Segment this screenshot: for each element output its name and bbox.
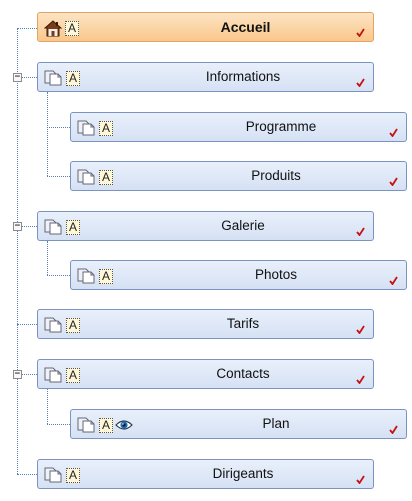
tree-node-produits[interactable]: A Produits <box>70 161 407 191</box>
text-field-icon: A <box>99 417 113 433</box>
collapse-toggle-contacts[interactable]: − <box>13 370 22 379</box>
check-icon <box>389 177 398 186</box>
check-icon <box>389 276 398 285</box>
text-field-icon: A <box>65 20 79 36</box>
page-icon <box>77 169 95 185</box>
check-icon <box>389 425 398 434</box>
check-icon <box>356 475 365 484</box>
tree-connector <box>47 92 48 176</box>
node-label: Informations <box>205 69 281 84</box>
node-label: Tarifs <box>226 316 260 331</box>
node-icons: A <box>44 218 80 236</box>
home-icon <box>44 19 62 36</box>
tree-node-informations[interactable]: A Informations <box>37 62 374 92</box>
text-field-icon: A <box>99 268 113 284</box>
node-icons: A <box>77 119 113 137</box>
text-field-icon: A <box>99 120 113 136</box>
tree-connector <box>17 28 18 474</box>
tree-node-galerie[interactable]: A Galerie <box>37 211 374 241</box>
tree-connector <box>22 77 37 78</box>
text-field-icon: A <box>66 219 80 235</box>
node-label: Programme <box>245 119 317 134</box>
tree-connector <box>47 275 70 276</box>
check-icon <box>356 28 365 37</box>
node-icons: A <box>44 366 80 384</box>
site-tree: − − − A Accueil A Informations A Program… <box>0 0 412 501</box>
node-label: Dirigeants <box>212 466 274 481</box>
node-icons: A <box>44 19 79 37</box>
tree-node-tarifs[interactable]: A Tarifs <box>37 309 374 339</box>
eye-icon <box>115 420 133 430</box>
tree-node-dirigeants[interactable]: A Dirigeants <box>37 459 374 489</box>
tree-node-contacts[interactable]: A Contacts <box>37 359 374 389</box>
check-icon <box>356 375 365 384</box>
tree-connector <box>47 176 70 177</box>
text-field-icon: A <box>99 169 113 185</box>
tree-connector <box>22 226 37 227</box>
tree-node-photos[interactable]: A Photos <box>70 260 407 290</box>
tree-node-programme[interactable]: A Programme <box>70 112 407 142</box>
node-label: Accueil <box>220 19 271 35</box>
collapse-toggle-galerie[interactable]: − <box>13 222 22 231</box>
tree-node-accueil[interactable]: A Accueil <box>37 12 374 42</box>
tree-connector <box>47 424 70 425</box>
node-label: Photos <box>254 267 298 282</box>
node-label: Contacts <box>216 366 270 381</box>
tree-connector <box>17 324 37 325</box>
text-field-icon: A <box>66 467 80 483</box>
tree-connector <box>22 374 37 375</box>
node-icons: A <box>44 466 80 484</box>
page-icon <box>44 467 62 483</box>
page-icon <box>44 219 62 235</box>
page-icon <box>44 317 62 333</box>
node-icons: A <box>77 416 133 434</box>
check-icon <box>356 227 365 236</box>
check-icon <box>356 78 365 87</box>
node-label: Produits <box>251 168 301 183</box>
node-icons: A <box>44 69 80 87</box>
text-field-icon: A <box>66 367 80 383</box>
page-icon <box>77 120 95 136</box>
node-label: Galerie <box>221 218 265 233</box>
tree-connector <box>17 474 37 475</box>
tree-connector <box>17 28 37 29</box>
text-field-icon: A <box>66 70 80 86</box>
check-icon <box>356 325 365 334</box>
check-icon <box>389 128 398 137</box>
page-icon <box>44 70 62 86</box>
page-icon <box>77 417 95 433</box>
collapse-toggle-informations[interactable]: − <box>13 73 22 82</box>
node-icons: A <box>77 168 113 186</box>
tree-connector <box>47 389 48 424</box>
node-icons: A <box>77 267 113 285</box>
tree-node-plan[interactable]: A Plan <box>70 409 407 439</box>
node-icons: A <box>44 316 80 334</box>
tree-connector <box>47 241 48 275</box>
tree-connector <box>47 127 70 128</box>
node-label: Plan <box>262 416 290 431</box>
text-field-icon: A <box>66 317 80 333</box>
page-icon <box>44 367 62 383</box>
page-icon <box>77 268 95 284</box>
